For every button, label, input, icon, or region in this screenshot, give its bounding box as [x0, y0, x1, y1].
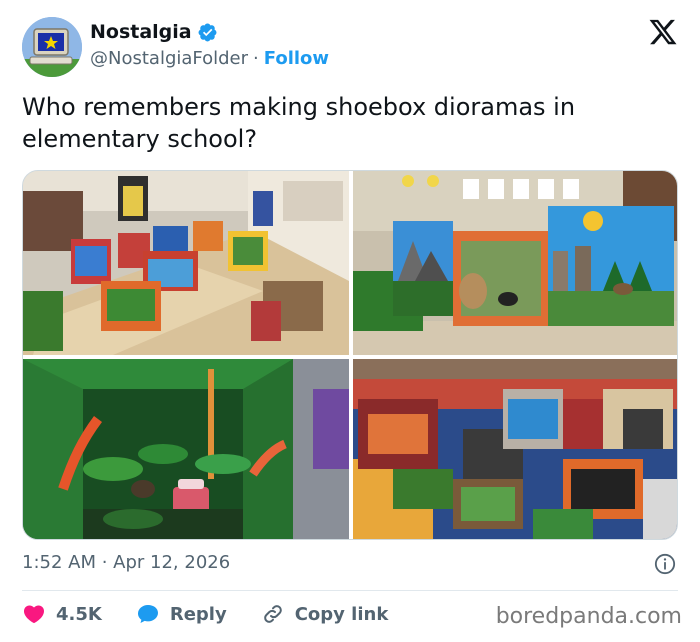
avatar[interactable] — [22, 17, 82, 77]
author-handle-row: @NostalgiaFolder · Follow — [90, 48, 329, 69]
floor-dioramas-photo[interactable] — [353, 359, 677, 539]
tweet-card: Nostalgia @NostalgiaFolder · Follow Who … — [0, 0, 700, 642]
reply-button[interactable]: Reply — [136, 602, 227, 626]
divider — [22, 590, 678, 591]
follow-button[interactable]: Follow — [264, 48, 329, 69]
tweet-text: Who remembers making shoebox dioramas in… — [22, 93, 576, 153]
copy-link-button[interactable]: Copy link — [261, 602, 389, 626]
media-grid — [22, 170, 678, 540]
watermark: boredpanda.com — [495, 604, 682, 629]
action-bar: 4.5K Reply Copy link — [22, 602, 422, 626]
three-dioramas-photo[interactable] — [353, 171, 677, 355]
reply-bubble-icon — [137, 605, 158, 623]
like-count: 4.5K — [56, 603, 102, 625]
verified-badge-icon — [198, 23, 217, 41]
jungle-diorama-photo[interactable] — [23, 359, 349, 539]
classroom-dioramas-photo[interactable] — [23, 171, 349, 355]
link-icon — [263, 605, 282, 623]
tweet-timestamp[interactable]: 1:52 AM · Apr 12, 2026 — [22, 552, 230, 573]
heart-icon — [23, 605, 45, 624]
author-name[interactable]: Nostalgia — [90, 21, 192, 43]
like-button[interactable]: 4.5K — [22, 602, 102, 626]
handle-separator: · — [253, 48, 259, 69]
info-icon[interactable] — [654, 553, 676, 575]
reply-label: Reply — [169, 603, 227, 625]
x-logo-icon[interactable] — [648, 17, 678, 47]
author-name-row: Nostalgia — [90, 21, 218, 43]
author-handle[interactable]: @NostalgiaFolder — [90, 48, 248, 69]
copy-link-label: Copy link — [294, 603, 389, 625]
